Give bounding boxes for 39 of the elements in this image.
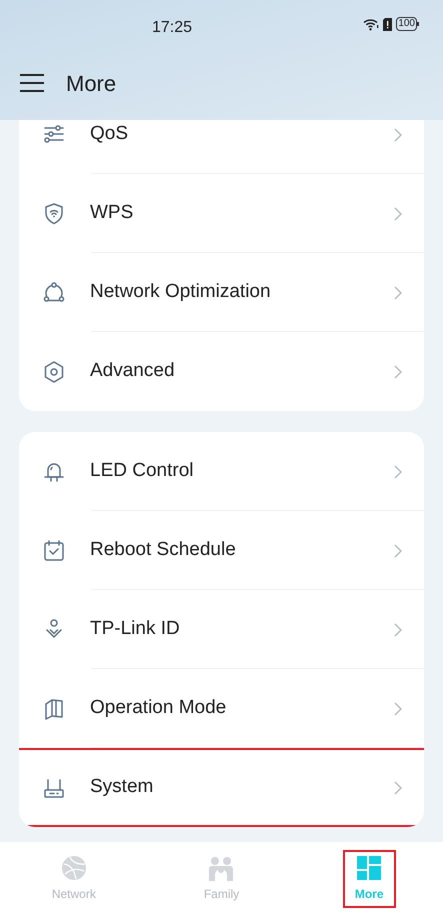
menu-label: Advanced	[90, 359, 176, 384]
menu-row[interactable]: Reboot Schedule	[19, 511, 424, 590]
grid-icon	[356, 855, 382, 881]
chevron-right-icon	[394, 286, 402, 300]
menu-label: Network Optimization	[90, 280, 272, 304]
chevron-right-icon	[394, 622, 402, 636]
menu-label: QoS	[90, 122, 130, 146]
menu-row[interactable]: System	[19, 748, 424, 827]
wifi-icon	[363, 18, 380, 30]
chevron-right-icon	[394, 206, 402, 220]
battery-indicator: 100	[396, 17, 419, 31]
hexagon-nut-icon	[42, 360, 66, 384]
menu-row[interactable]: WPS	[19, 174, 424, 253]
status-time: 17:25	[152, 18, 192, 38]
menu-label: Operation Mode	[90, 696, 228, 720]
menu-icon[interactable]	[20, 74, 44, 92]
menu-row[interactable]: Operation Mode	[19, 669, 424, 748]
menu-label: Reboot Schedule	[90, 538, 237, 562]
chevron-right-icon	[394, 780, 402, 794]
chevron-right-icon	[394, 702, 402, 716]
sim-alert-icon	[383, 18, 392, 30]
calendar-check-icon	[42, 538, 66, 562]
menu-label: LED Control	[90, 459, 194, 484]
family-icon	[208, 855, 234, 881]
menu-row[interactable]: QoS	[19, 120, 424, 174]
network-nodes-icon	[42, 280, 66, 304]
chevron-right-icon	[394, 464, 402, 478]
chevron-right-icon	[394, 364, 402, 378]
menu-row[interactable]: Advanced	[19, 332, 424, 411]
chevron-right-icon	[394, 128, 402, 142]
page-title: More	[66, 70, 116, 98]
globe-icon	[60, 855, 87, 881]
menu-label: TP-Link ID	[90, 617, 181, 642]
menu-label: WPS	[90, 201, 134, 226]
menu-row[interactable]: TP-Link ID	[19, 590, 424, 669]
menu-label: System	[90, 775, 154, 800]
chevron-right-icon	[394, 544, 402, 558]
menu-row[interactable]: LED Control	[19, 432, 424, 511]
menu-row[interactable]: Network Optimization	[19, 253, 424, 332]
